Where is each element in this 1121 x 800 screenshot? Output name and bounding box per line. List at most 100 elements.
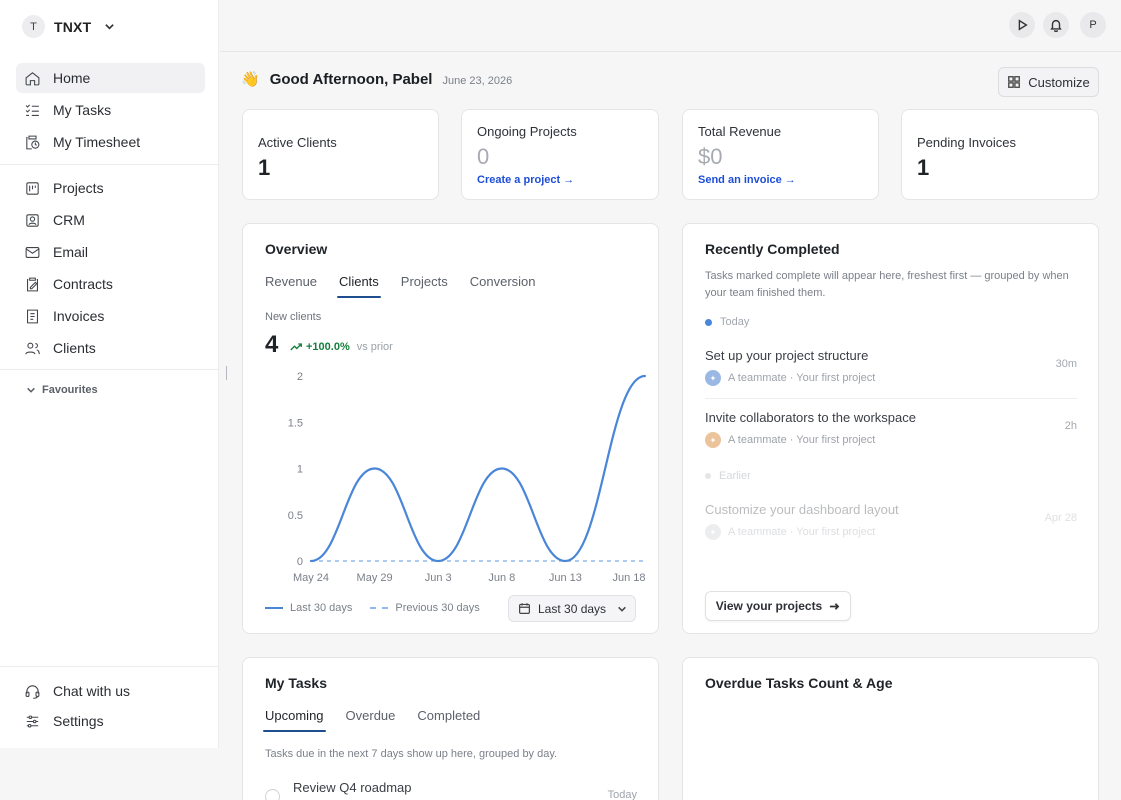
stat-label: Total Revenue: [698, 124, 782, 139]
change-value: +100.0%: [306, 341, 350, 353]
sidebar-item-crm[interactable]: CRM: [16, 205, 205, 235]
stat-card-pending-invoices[interactable]: Pending Invoices 1: [901, 109, 1099, 200]
list-item[interactable]: Customize your dashboard layout ✦ A team…: [705, 502, 1077, 540]
tab-clients[interactable]: Clients: [337, 274, 381, 298]
calendar-icon: [519, 603, 530, 614]
sidebar-item-email[interactable]: Email: [16, 237, 205, 267]
greeting-date: June 23, 2026: [442, 75, 513, 87]
chat-with-us-button[interactable]: Chat with us: [16, 676, 205, 706]
task-meta: ✦ A teammate · Your first project: [705, 432, 1077, 448]
stat-card-total-revenue[interactable]: Total Revenue $0 Send an invoice →: [682, 109, 879, 200]
chevron-down-icon: [27, 387, 35, 393]
sidebar-resize-handle[interactable]: [226, 366, 227, 380]
task-meta-text: A teammate · Your first project: [728, 434, 876, 446]
topbar: P: [220, 0, 1121, 52]
date-range-select[interactable]: Last 30 days: [508, 595, 636, 622]
sidebar-item-my-tasks[interactable]: My Tasks: [16, 95, 205, 125]
sidebar-item-label: CRM: [53, 212, 85, 228]
overdue-tasks-card: Overdue Tasks Count & Age: [682, 657, 1099, 800]
my-tasks-title: My Tasks: [265, 675, 327, 691]
profile-avatar[interactable]: P: [1080, 12, 1106, 38]
stat-value: 1: [258, 155, 271, 180]
tasks-icon: [25, 103, 39, 116]
sidebar-item-label: Invoices: [53, 308, 105, 324]
x-tick-label: May 24: [293, 572, 329, 584]
legend-item-current: Last 30 days: [265, 602, 352, 614]
sidebar-item-label: Home: [53, 70, 91, 86]
avatar: ✦: [705, 432, 721, 448]
sidebar-item-label: Contracts: [53, 276, 113, 292]
tab-overdue[interactable]: Overdue: [346, 708, 396, 732]
tab-revenue[interactable]: Revenue: [265, 274, 317, 298]
chart-legend: Last 30 days Previous 30 days: [265, 602, 480, 614]
bell-icon: [1050, 19, 1062, 32]
recently-completed-description: Tasks marked complete will appear here, …: [705, 270, 1069, 299]
group-dot: [705, 318, 712, 326]
legend-label: Last 30 days: [290, 602, 353, 614]
group-label-earlier: Earlier: [705, 470, 751, 482]
workspace-switcher[interactable]: T TNXT: [22, 15, 115, 38]
task-title: Set up your project structure: [705, 348, 869, 363]
sidebar-item-projects[interactable]: Projects: [16, 173, 205, 203]
list-item[interactable]: Invite collaborators to the workspace ✦ …: [705, 410, 1077, 448]
tab-completed[interactable]: Completed: [417, 708, 480, 732]
task-checkbox[interactable]: [265, 789, 280, 800]
stat-value: 0: [477, 144, 490, 169]
tab-upcoming[interactable]: Upcoming: [263, 708, 326, 732]
view-projects-button[interactable]: View your projects: [705, 591, 851, 621]
notifications-button[interactable]: [1043, 12, 1069, 38]
list-divider: [705, 398, 1077, 399]
overdue-title: Overdue Tasks Count & Age: [705, 675, 893, 691]
sidebar-item-invoices[interactable]: Invoices: [16, 301, 205, 331]
stat-card-active-clients[interactable]: Active Clients 1: [242, 109, 439, 200]
task-time: 30m: [1055, 358, 1077, 370]
task-title: Review Q4 roadmap: [293, 780, 412, 795]
play-button[interactable]: [1009, 12, 1035, 38]
x-tick-label: May 29: [357, 572, 393, 584]
recently-completed-card: Recently Completed Tasks marked complete…: [682, 223, 1099, 634]
home-icon: [25, 71, 40, 85]
tab-projects[interactable]: Projects: [401, 274, 448, 298]
x-tick-label: Jun 13: [549, 572, 582, 584]
wave-icon: 👋: [241, 71, 260, 88]
sidebar-divider: [0, 369, 219, 370]
favourites-toggle[interactable]: Favourites: [26, 384, 98, 396]
change-suffix: vs prior: [356, 341, 393, 353]
metric-change: +100.0% vs prior: [290, 341, 393, 353]
list-item[interactable]: Set up your project structure ✦ A teamma…: [705, 348, 1077, 386]
trending-up-icon: [290, 343, 302, 351]
task-time: 2h: [1064, 420, 1077, 432]
x-tick-label: Jun 8: [488, 572, 515, 584]
sidebar-item-label: Clients: [53, 340, 96, 356]
workspace-name: TNXT: [54, 18, 92, 35]
list-item[interactable]: Review Q4 roadmap Today: [265, 780, 637, 800]
avatar: ✦: [705, 524, 721, 540]
sidebar-item-home[interactable]: Home: [16, 63, 205, 93]
sidebar-item-my-timesheet[interactable]: My Timesheet: [16, 127, 205, 157]
task-meta: ✦ A teammate · Your first project: [705, 370, 1077, 386]
sidebar-item-clients[interactable]: Clients: [16, 333, 205, 363]
tab-conversion[interactable]: Conversion: [470, 274, 536, 298]
sidebar-item-contracts[interactable]: Contracts: [16, 269, 205, 299]
legend-item-previous: Previous 30 days: [370, 602, 480, 614]
projects-icon: [26, 181, 39, 195]
timesheet-icon: [26, 135, 40, 149]
group-dot: [705, 473, 711, 479]
send-invoice-link[interactable]: Send an invoice →: [698, 174, 796, 186]
stat-card-ongoing-projects[interactable]: Ongoing Projects 0 Create a project →: [461, 109, 659, 200]
x-tick-label: Jun 3: [425, 572, 452, 584]
my-tasks-description: Tasks due in the next 7 days show up her…: [265, 748, 558, 760]
sidebar-item-label: Projects: [53, 180, 104, 196]
settings-button[interactable]: Settings: [16, 706, 205, 736]
y-tick-label: 2: [297, 371, 303, 383]
y-tick-label: 1.5: [288, 417, 303, 429]
customize-button[interactable]: Customize: [998, 67, 1099, 97]
sidebar-item-label: Settings: [53, 713, 104, 729]
overview-tabs: Revenue Clients Projects Conversion: [265, 274, 536, 298]
task-meta-text: A teammate · Your first project: [728, 372, 876, 384]
x-tick-label: Jun 18: [612, 572, 645, 584]
crm-icon: [26, 213, 39, 227]
sidebar: T TNXT Home My Tasks My Timesheet Projec…: [0, 0, 219, 748]
create-project-link[interactable]: Create a project →: [477, 174, 574, 186]
sidebar-divider: [0, 164, 219, 165]
